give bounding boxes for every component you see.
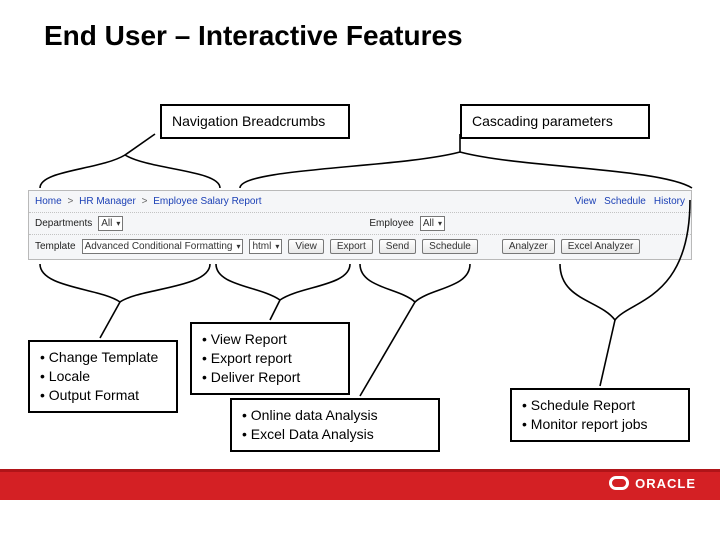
callout-navigation-breadcrumbs: Navigation Breadcrumbs <box>160 104 350 139</box>
select-value: All <box>101 218 112 229</box>
employee-label: Employee <box>369 218 413 229</box>
slide: End User – Interactive Features Navigati… <box>0 0 720 540</box>
callout-label: Navigation Breadcrumbs <box>172 113 325 129</box>
callout-change-template: Change Template Locale Output Format <box>28 340 178 413</box>
parameter-row: Departments All ▾ Employee All ▾ <box>29 213 691 235</box>
select-value: All <box>423 218 434 229</box>
history-link[interactable]: History <box>654 196 685 207</box>
excel-analyzer-button[interactable]: Excel Analyzer <box>561 239 641 254</box>
toolbar-links: View Schedule History <box>575 196 685 207</box>
bullet: Output Format <box>40 386 166 405</box>
callout-cascading-parameters: Cascading parameters <box>460 104 650 139</box>
bullet: Deliver Report <box>202 368 338 387</box>
connector-overlay <box>0 0 720 540</box>
view-link[interactable]: View <box>575 196 597 207</box>
callout-label: Cascading parameters <box>472 113 613 129</box>
employee-select[interactable]: All ▾ <box>420 216 445 231</box>
callout-data-analysis: Online data Analysis Excel Data Analysis <box>230 398 440 452</box>
departments-label: Departments <box>35 218 92 229</box>
bullet: Monitor report jobs <box>522 415 678 434</box>
export-button[interactable]: Export <box>330 239 373 254</box>
breadcrumb-report[interactable]: Employee Salary Report <box>153 196 261 207</box>
chevron-down-icon: ▾ <box>275 242 279 251</box>
template-label: Template <box>35 241 76 252</box>
chevron-down-icon: ▾ <box>236 242 240 251</box>
schedule-link[interactable]: Schedule <box>604 196 646 207</box>
bullet: Change Template <box>40 348 166 367</box>
bullet: View Report <box>202 330 338 349</box>
footer-bar: ORACLE <box>0 472 720 500</box>
chevron-icon: > <box>64 196 76 207</box>
bullet: Excel Data Analysis <box>242 425 428 444</box>
departments-select[interactable]: All ▾ <box>98 216 123 231</box>
oracle-wordmark: ORACLE <box>635 476 696 491</box>
schedule-button[interactable]: Schedule <box>422 239 478 254</box>
bullet: Locale <box>40 367 166 386</box>
breadcrumb-home[interactable]: Home <box>35 196 62 207</box>
oracle-logo: ORACLE <box>576 472 696 494</box>
breadcrumb-hr-manager[interactable]: HR Manager <box>79 196 136 207</box>
template-select[interactable]: Advanced Conditional Formatting ▾ <box>82 239 244 254</box>
chevron-down-icon: ▾ <box>438 219 442 228</box>
action-row: Template Advanced Conditional Formatting… <box>29 235 691 257</box>
callout-view-export-deliver: View Report Export report Deliver Report <box>190 322 350 395</box>
format-select[interactable]: html ▾ <box>249 239 282 254</box>
select-value: Advanced Conditional Formatting <box>85 241 233 252</box>
slide-title: End User – Interactive Features <box>44 20 463 52</box>
send-button[interactable]: Send <box>379 239 416 254</box>
bullet: Online data Analysis <box>242 406 428 425</box>
bullet: Export report <box>202 349 338 368</box>
chevron-down-icon: ▾ <box>116 219 120 228</box>
chevron-icon: > <box>139 196 151 207</box>
select-value: html <box>252 241 271 252</box>
breadcrumb-row: Home > HR Manager > Employee Salary Repo… <box>29 191 691 213</box>
oracle-o-icon <box>609 476 629 490</box>
bullet: Schedule Report <box>522 396 678 415</box>
breadcrumb: Home > HR Manager > Employee Salary Repo… <box>35 196 262 207</box>
report-viewer-screenshot: Home > HR Manager > Employee Salary Repo… <box>28 190 692 260</box>
callout-schedule-monitor: Schedule Report Monitor report jobs <box>510 388 690 442</box>
view-button[interactable]: View <box>288 239 324 254</box>
analyzer-button[interactable]: Analyzer <box>502 239 555 254</box>
